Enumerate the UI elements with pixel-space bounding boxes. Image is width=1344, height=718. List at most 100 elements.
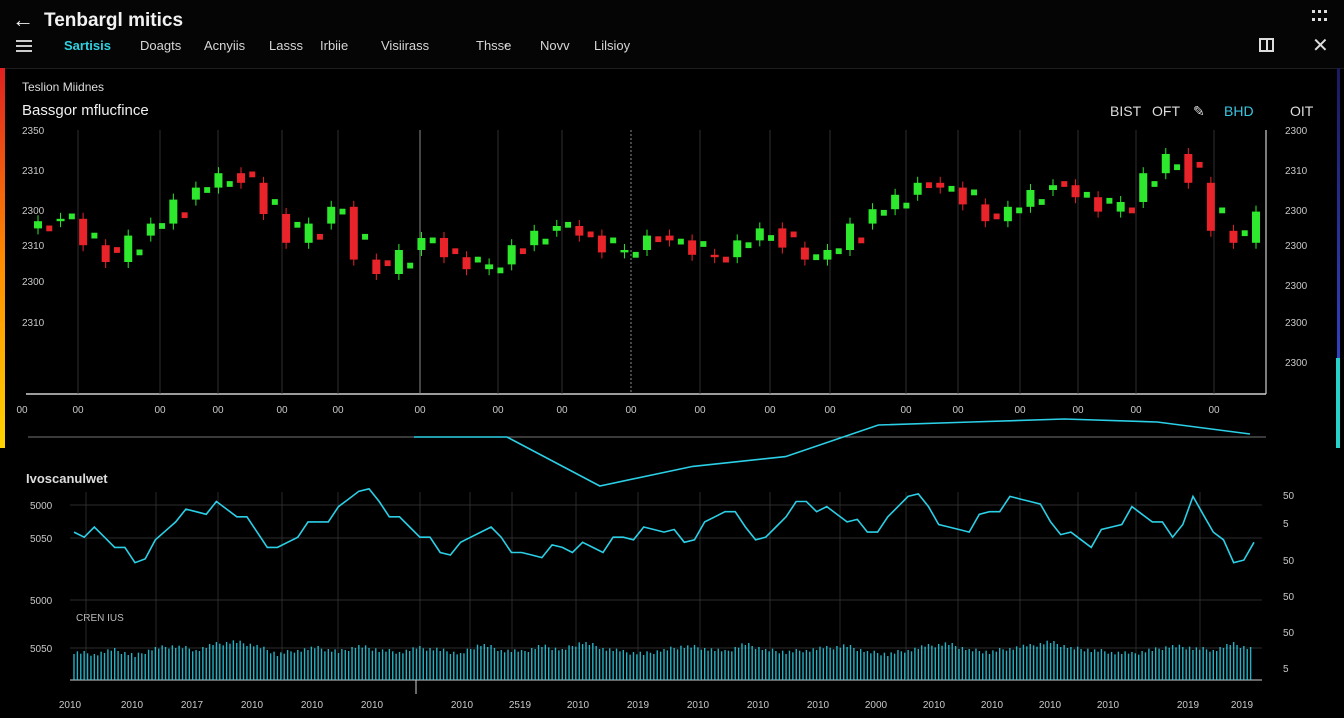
price-x-tick: 00 (764, 405, 776, 416)
candle-body (214, 173, 223, 188)
price-x-tick: 00 (1072, 405, 1084, 416)
price-y-tick-left: 2310 (22, 166, 45, 177)
candle-body (710, 254, 719, 258)
candle-body (891, 194, 900, 210)
osc-x-tick: 2010 (747, 700, 770, 711)
candle-body (249, 171, 256, 178)
candle-body (474, 256, 481, 263)
candle-body (610, 237, 617, 244)
osc-x-tick: 2010 (807, 700, 830, 711)
candle-body (1071, 185, 1080, 198)
candle-body (327, 206, 336, 224)
osc-y-tick-right: 50 (1283, 628, 1295, 639)
price-y-tick-right: 2300 (1285, 281, 1308, 292)
candle-body (101, 245, 110, 262)
osc-x-tick: 2000 (865, 700, 888, 711)
candle-body (733, 240, 742, 258)
price-y-tick-right: 2300 (1285, 358, 1308, 369)
osc-x-tick: 2017 (181, 700, 204, 711)
candle-body (587, 231, 594, 238)
price-x-tick: 00 (824, 405, 836, 416)
candle-body (462, 257, 471, 270)
candle-body (507, 245, 516, 265)
osc-x-tick: 2019 (1177, 700, 1200, 711)
price-y-tick-left: 2300 (22, 206, 45, 217)
candle-body (1184, 154, 1193, 183)
candle-body (835, 248, 842, 255)
price-y-tick-right: 2300 (1285, 206, 1308, 217)
candle-body (542, 238, 549, 245)
candle-body (56, 218, 65, 222)
candle-body (452, 248, 459, 255)
candle-body (620, 250, 629, 253)
candle-body (813, 254, 820, 261)
candle-body (655, 236, 662, 243)
candle-body (948, 185, 955, 192)
candle-body (858, 237, 865, 244)
price-x-tick: 00 (72, 405, 84, 416)
candle-body (46, 225, 53, 232)
osc-x-tick: 2010 (121, 700, 144, 711)
osc-x-tick: 2010 (59, 700, 82, 711)
candle-body (304, 223, 313, 243)
candle-body (407, 262, 414, 269)
candle-body (981, 204, 990, 222)
candle-body (91, 232, 98, 239)
osc-x-tick: 2010 (301, 700, 324, 711)
osc-x-tick: 2010 (923, 700, 946, 711)
price-y-tick-right: 2300 (1285, 126, 1308, 137)
candle-body (768, 235, 775, 241)
osc-y-tick-right: 5 (1283, 519, 1289, 530)
candle-body (846, 223, 854, 250)
candle-body (1219, 207, 1226, 214)
candle-body (372, 259, 381, 274)
candle-body (1049, 185, 1057, 190)
candle-body (79, 218, 88, 246)
candle-body (1139, 173, 1148, 202)
candle-body (993, 213, 1000, 220)
candle-body (530, 230, 539, 246)
price-x-tick: 00 (154, 405, 166, 416)
candle-body (745, 242, 752, 249)
candle-body (552, 226, 561, 231)
candle-body (519, 248, 526, 255)
candle-body (677, 238, 684, 245)
osc-x-tick: 2010 (1097, 700, 1120, 711)
candle-body (1083, 191, 1090, 198)
price-x-tick: 00 (1130, 405, 1142, 416)
candle-body (971, 189, 978, 196)
price-y-tick-right: 2300 (1285, 318, 1308, 329)
candle-body (700, 241, 707, 247)
price-y-tick-left: 2310 (22, 318, 45, 329)
candle-body (1229, 230, 1238, 243)
candle-body (169, 199, 178, 224)
candle-body (1174, 164, 1181, 171)
osc-y-tick-left: 5050 (30, 534, 53, 545)
candle-body (259, 182, 268, 214)
candle-body (146, 223, 155, 236)
candle-body (936, 182, 945, 188)
candle-body (191, 187, 200, 200)
candle-body (159, 223, 166, 229)
candle-body (485, 264, 494, 270)
osc-y-tick-right: 5 (1283, 664, 1289, 675)
candle-body (1161, 154, 1170, 174)
candle-body (597, 235, 606, 253)
candle-body (925, 182, 932, 189)
price-x-tick: 00 (332, 405, 344, 416)
candle-body (778, 228, 787, 248)
price-y-tick-right: 2300 (1285, 241, 1308, 252)
candle-body (722, 256, 729, 263)
osc-x-tick: 2010 (241, 700, 264, 711)
candle-body (1016, 207, 1023, 214)
candle-body (665, 235, 674, 241)
price-x-tick: 00 (900, 405, 912, 416)
price-x-tick: 00 (1208, 405, 1220, 416)
candle-body (429, 237, 436, 244)
osc-x-tick: 2010 (361, 700, 384, 711)
osc-x-tick: 2010 (451, 700, 474, 711)
candle-body (124, 235, 133, 262)
osc-y-tick-left: 5050 (30, 644, 53, 655)
price-x-tick: 00 (276, 405, 288, 416)
price-y-tick-left: 2350 (22, 126, 45, 137)
